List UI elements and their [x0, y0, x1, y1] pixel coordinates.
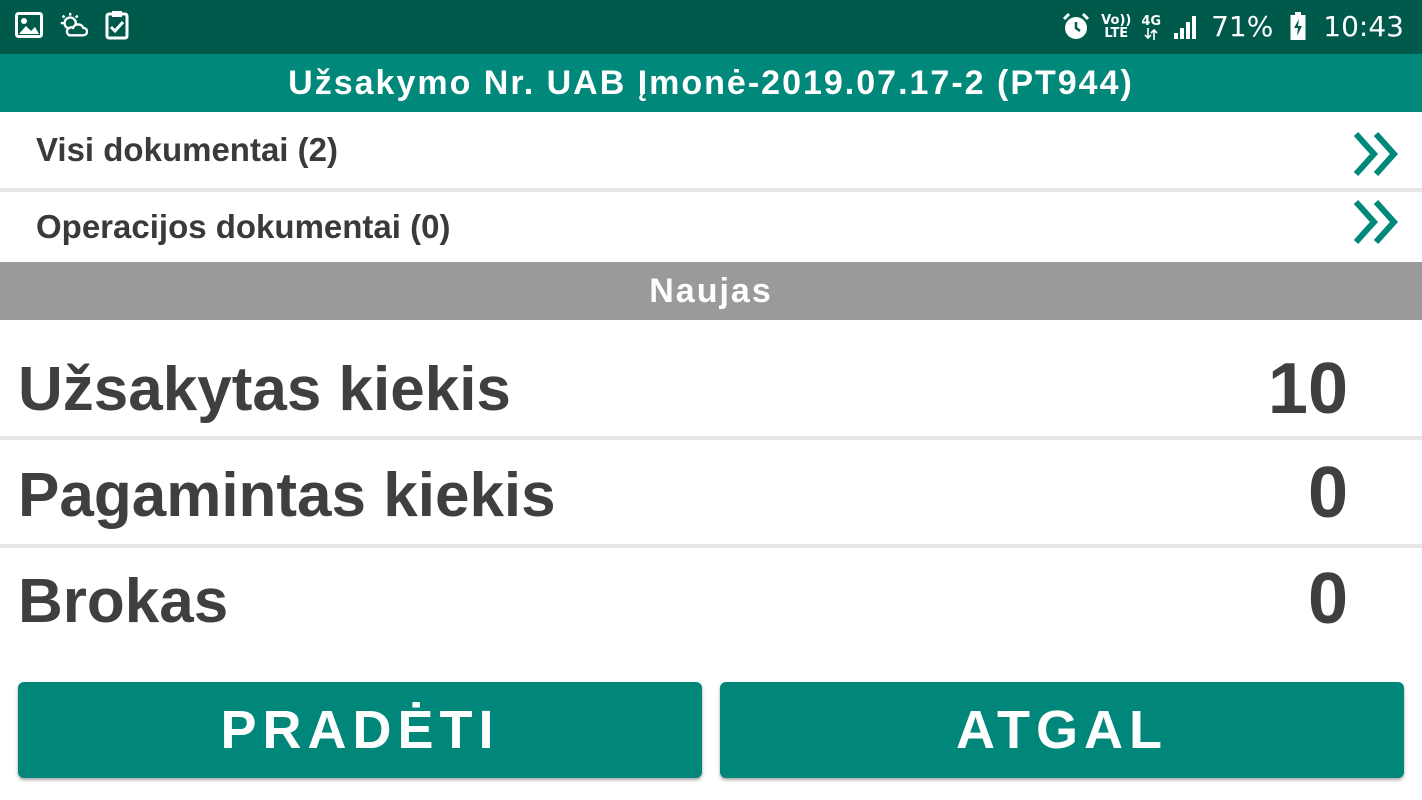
ordered-quantity-row: Užsakytas kiekis 10 — [0, 336, 1422, 436]
defects-value: 0 — [1307, 559, 1348, 639]
battery-percent: 71% — [1211, 10, 1274, 43]
weather-icon — [58, 10, 88, 40]
start-button-label: PRADĖTI — [220, 700, 500, 760]
double-chevron-right-icon[interactable] — [1350, 126, 1406, 182]
signal-icon — [1171, 12, 1201, 42]
title-bar: Užsakymo Nr. UAB Įmonė-2019.07.17-2 (PT9… — [0, 54, 1422, 112]
produced-quantity-label: Pagamintas kiekis — [18, 461, 556, 530]
alarm-icon — [1061, 12, 1091, 42]
defects-row: Brokas 0 — [0, 548, 1422, 652]
notification-icons — [14, 10, 132, 40]
page-title: Užsakymo Nr. UAB Įmonė-2019.07.17-2 (PT9… — [288, 63, 1134, 102]
back-button-label: ATGAL — [956, 700, 1168, 760]
ordered-quantity-label: Užsakytas kiekis — [18, 355, 511, 424]
battery-icon — [1283, 12, 1313, 42]
clock: 10:43 — [1323, 10, 1404, 43]
order-status-band: Naujas — [0, 262, 1422, 320]
volte-icon: Vo)) LTE — [1101, 13, 1132, 41]
network-4g-icon: 4G — [1141, 15, 1161, 40]
image-icon — [14, 10, 44, 40]
order-status-label: Naujas — [649, 271, 773, 310]
system-indicators: Vo)) LTE 4G 71% 10:43 — [1061, 8, 1404, 46]
all-documents-row[interactable]: Visi dokumentai (2) — [0, 112, 1422, 188]
back-button[interactable]: ATGAL — [720, 682, 1404, 778]
clipboard-check-icon — [102, 10, 132, 40]
produced-quantity-row: Pagamintas kiekis 0 — [0, 440, 1422, 544]
defects-label: Brokas — [18, 567, 229, 636]
produced-quantity-value: 0 — [1307, 453, 1348, 533]
operation-documents-row[interactable]: Operacijos dokumentai (0) — [0, 192, 1422, 262]
status-bar: Vo)) LTE 4G 71% 10:43 — [0, 0, 1422, 54]
start-button[interactable]: PRADĖTI — [18, 682, 702, 778]
operation-documents-label: Operacijos dokumentai (0) — [36, 208, 451, 245]
ordered-quantity-value: 10 — [1267, 349, 1348, 429]
all-documents-label: Visi dokumentai (2) — [36, 131, 338, 168]
double-chevron-right-icon[interactable] — [1350, 194, 1406, 250]
